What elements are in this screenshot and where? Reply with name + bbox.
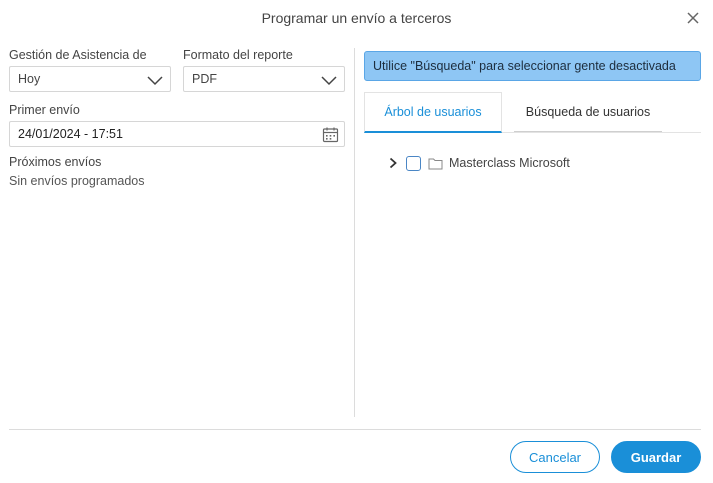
folder-icon bbox=[428, 158, 443, 169]
first-send-date-input[interactable]: 24/01/2024 - 17:51 bbox=[9, 121, 345, 147]
column-divider bbox=[354, 48, 355, 417]
chevron-down-icon bbox=[147, 76, 163, 86]
info-banner: Utilice "Búsqueda" para seleccionar gent… bbox=[364, 51, 701, 81]
tab-user-search[interactable]: Búsqueda de usuarios bbox=[514, 92, 662, 133]
chevron-right-icon[interactable] bbox=[386, 156, 400, 170]
footer-divider bbox=[9, 429, 701, 430]
first-send-value: 24/01/2024 - 17:51 bbox=[18, 127, 123, 141]
tree-node-checkbox[interactable] bbox=[406, 155, 421, 171]
format-select[interactable]: PDF bbox=[183, 66, 345, 92]
save-button[interactable]: Guardar bbox=[611, 441, 701, 473]
report-select-value: Hoy bbox=[18, 72, 41, 86]
tab-bar-line bbox=[502, 132, 701, 133]
tab-user-tree[interactable]: Árbol de usuarios bbox=[364, 92, 502, 133]
first-send-label: Primer envío bbox=[9, 103, 80, 117]
tree-node-label: Masterclass Microsoft bbox=[449, 156, 570, 170]
format-label: Formato del reporte bbox=[183, 48, 293, 62]
report-label: Gestión de Asistencia de bbox=[9, 48, 147, 62]
dialog-title: Programar un envío a terceros bbox=[261, 10, 452, 26]
format-select-value: PDF bbox=[192, 72, 217, 86]
report-select[interactable]: Hoy bbox=[9, 66, 171, 92]
tree-node[interactable]: Masterclass Microsoft bbox=[386, 153, 570, 173]
next-sends-value: Sin envíos programados bbox=[9, 174, 145, 188]
schedule-dialog: Programar un envío a terceros Gestión de… bbox=[0, 0, 713, 483]
next-sends-label: Próximos envíos bbox=[9, 155, 102, 169]
cancel-button[interactable]: Cancelar bbox=[510, 441, 600, 473]
chevron-down-icon bbox=[321, 76, 337, 86]
close-icon[interactable] bbox=[683, 8, 703, 28]
calendar-icon[interactable] bbox=[322, 126, 339, 143]
